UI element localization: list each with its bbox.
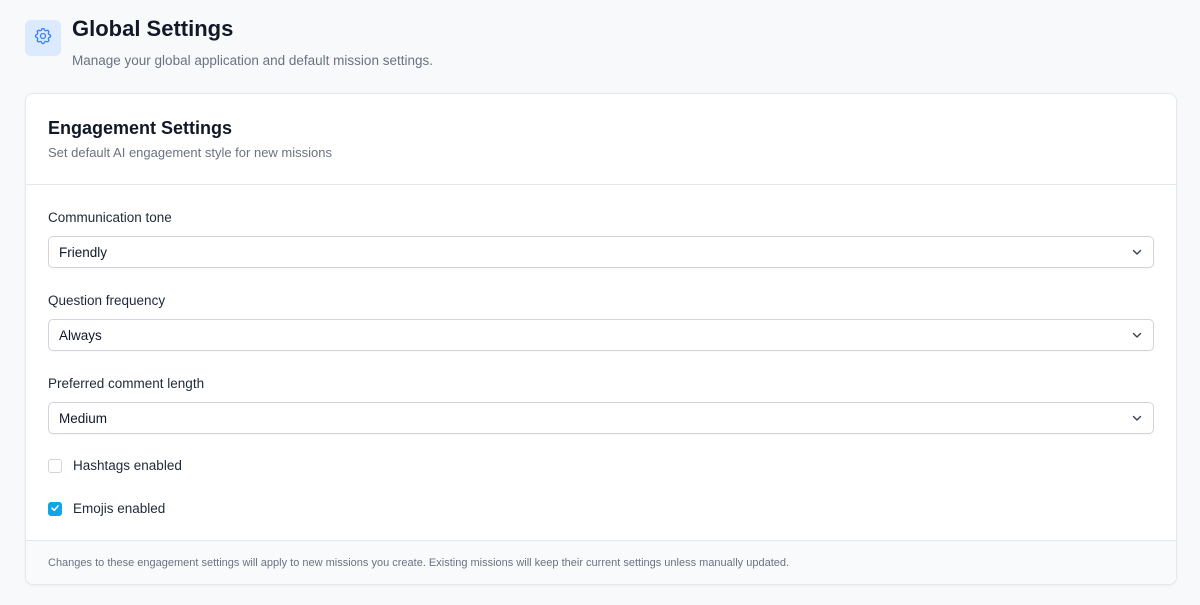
- communication-tone-select[interactable]: Friendly: [48, 236, 1154, 268]
- hashtags-toggle[interactable]: Hashtags enabled: [48, 458, 182, 473]
- communication-tone-label: Communication tone: [48, 210, 172, 225]
- communication-tone-field: Communication tone Friendly: [48, 210, 1154, 268]
- emojis-label: Emojis enabled: [73, 501, 166, 516]
- settings-badge: [25, 20, 61, 56]
- emojis-checkbox[interactable]: [48, 500, 62, 518]
- comment-length-field: Preferred comment length Medium: [48, 376, 1154, 434]
- hashtags-label: Hashtags enabled: [73, 458, 182, 473]
- card-body: Communication tone Friendly Question fre…: [26, 185, 1176, 541]
- question-frequency-label: Question frequency: [48, 293, 166, 308]
- card-footer: Changes to these engagement settings wil…: [26, 540, 1176, 584]
- chevron-down-icon: [1131, 412, 1143, 424]
- question-frequency-value: Always: [59, 327, 102, 343]
- emojis-toggle[interactable]: Emojis enabled: [48, 501, 165, 516]
- comment-length-select[interactable]: Medium: [48, 402, 1154, 434]
- engagement-settings-card: Engagement Settings Set default AI engag…: [25, 93, 1177, 585]
- comment-length-value: Medium: [59, 410, 108, 426]
- footer-note: Changes to these engagement settings wil…: [48, 556, 790, 569]
- hashtags-checkbox[interactable]: [48, 458, 62, 473]
- card-subtitle: Set default AI engagement style for new …: [48, 145, 332, 160]
- page-header: Global Settings Manage your global appli…: [25, 16, 433, 69]
- gear-icon: [33, 26, 53, 51]
- question-frequency-select[interactable]: Always: [48, 319, 1154, 351]
- card-header: Engagement Settings Set default AI engag…: [26, 94, 1176, 185]
- chevron-down-icon: [1131, 329, 1143, 341]
- check-icon: [50, 500, 60, 518]
- page-title: Global Settings: [72, 16, 234, 41]
- chevron-down-icon: [1131, 246, 1143, 258]
- comment-length-label: Preferred comment length: [48, 376, 205, 391]
- card-title: Engagement Settings: [48, 118, 233, 138]
- communication-tone-value: Friendly: [59, 244, 108, 260]
- question-frequency-field: Question frequency Always: [48, 293, 1154, 351]
- page-subtitle: Manage your global application and defau…: [72, 53, 433, 68]
